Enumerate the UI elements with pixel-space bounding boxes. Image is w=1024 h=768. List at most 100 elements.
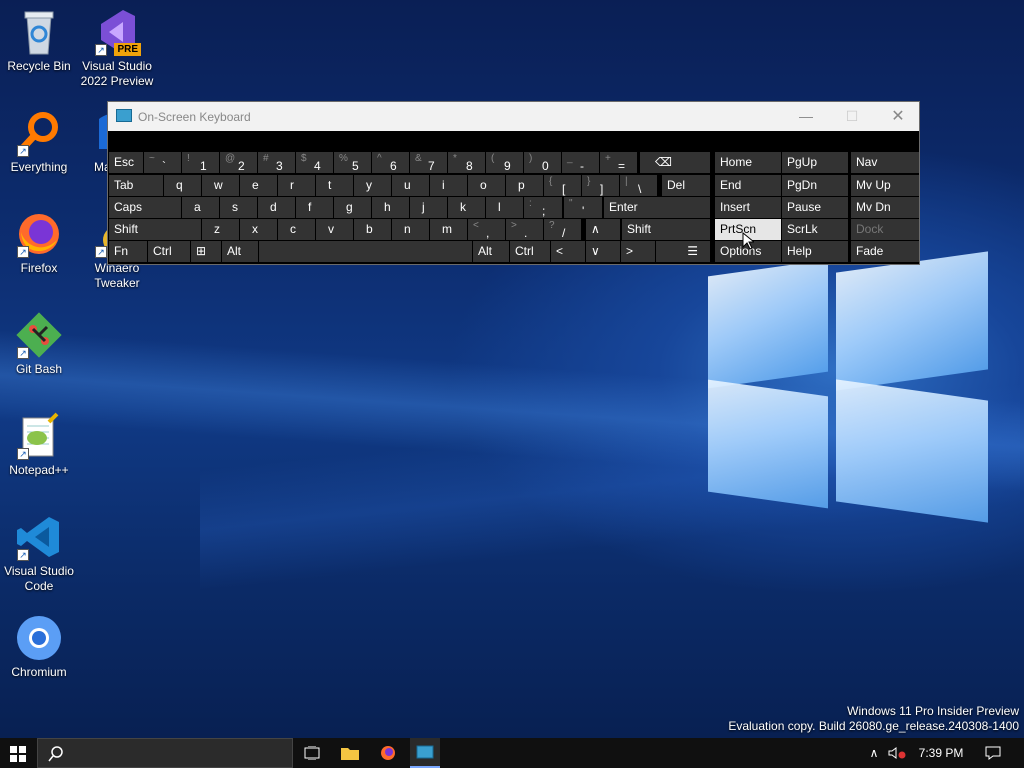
key-sym-0[interactable]: {[ bbox=[544, 175, 581, 196]
key-m[interactable]: m bbox=[430, 219, 467, 240]
key--[interactable]: _ - bbox=[562, 152, 599, 173]
key-p[interactable]: p bbox=[506, 175, 543, 196]
taskbar-file-explorer[interactable] bbox=[336, 738, 364, 768]
key-arrow-left[interactable]: < bbox=[551, 241, 585, 262]
key-x[interactable]: x bbox=[240, 219, 277, 240]
key-del[interactable]: Del bbox=[662, 175, 710, 196]
key-b[interactable]: b bbox=[354, 219, 391, 240]
key-nav[interactable]: Nav bbox=[851, 152, 919, 173]
key-a[interactable]: a bbox=[182, 197, 219, 218]
key-pgdn[interactable]: PgDn bbox=[782, 175, 848, 196]
key-r[interactable]: r bbox=[278, 175, 315, 196]
key-sym-z2[interactable]: ? / bbox=[544, 219, 581, 240]
desktop-icon-chromium[interactable]: Chromium bbox=[1, 614, 77, 680]
on-screen-keyboard-window[interactable]: On-Screen Keyboard — ☐ ✕ Esc ⌫ Tab Del C… bbox=[107, 101, 920, 265]
key-y[interactable]: y bbox=[354, 175, 391, 196]
key-j[interactable]: j bbox=[410, 197, 447, 218]
volume-muted[interactable] bbox=[886, 738, 908, 768]
key-tab[interactable]: Tab bbox=[109, 175, 163, 196]
key-0[interactable]: ) 0 bbox=[524, 152, 561, 173]
key-help[interactable]: Help bbox=[782, 241, 848, 262]
key-z[interactable]: z bbox=[202, 219, 239, 240]
key-menu[interactable]: ☰ bbox=[656, 241, 710, 262]
key-h[interactable]: h bbox=[372, 197, 409, 218]
maximize-button[interactable]: ☐ bbox=[829, 102, 875, 131]
task-view-button[interactable] bbox=[298, 738, 326, 768]
key-sym-z0[interactable]: <, bbox=[468, 219, 505, 240]
osk-title-bar[interactable]: On-Screen Keyboard — ☐ ✕ bbox=[108, 102, 919, 131]
key-backspace[interactable]: ⌫ bbox=[640, 152, 710, 173]
key-ctrl-left[interactable]: Ctrl bbox=[148, 241, 190, 262]
key-t[interactable]: t bbox=[316, 175, 353, 196]
key-mv-dn[interactable]: Mv Dn bbox=[851, 197, 919, 218]
key-l[interactable]: l bbox=[486, 197, 523, 218]
key-ctrl-right[interactable]: Ctrl bbox=[510, 241, 550, 262]
key-insert[interactable]: Insert bbox=[715, 197, 781, 218]
key-5[interactable]: % 5 bbox=[334, 152, 371, 173]
show-hidden-icons[interactable]: ∧ bbox=[864, 738, 884, 768]
key-home[interactable]: Home bbox=[715, 152, 781, 173]
close-button[interactable]: ✕ bbox=[875, 102, 921, 131]
key-k[interactable]: k bbox=[448, 197, 485, 218]
key-dock[interactable]: Dock bbox=[851, 219, 919, 240]
key-c[interactable]: c bbox=[278, 219, 315, 240]
key-=[interactable]: + = bbox=[600, 152, 637, 173]
desktop-icon-firefox[interactable]: ↗ Firefox bbox=[1, 210, 77, 276]
key-d[interactable]: d bbox=[258, 197, 295, 218]
search-box[interactable] bbox=[37, 738, 293, 768]
key-arrow-down[interactable]: ∨ bbox=[586, 241, 620, 262]
key-space[interactable] bbox=[259, 241, 472, 262]
key-g[interactable]: g bbox=[334, 197, 371, 218]
key-3[interactable]: #3 bbox=[258, 152, 295, 173]
key-alt-right[interactable]: Alt bbox=[473, 241, 509, 262]
key-s[interactable]: s bbox=[220, 197, 257, 218]
key-1[interactable]: ! 1 bbox=[182, 152, 219, 173]
action-center[interactable] bbox=[976, 738, 1010, 768]
key-pgup[interactable]: PgUp bbox=[782, 152, 848, 173]
key-caps[interactable]: Caps bbox=[109, 197, 181, 218]
key-windows[interactable]: ⊞ bbox=[191, 241, 221, 262]
clock[interactable]: 7:39 PM bbox=[914, 738, 968, 768]
key-f[interactable]: f bbox=[296, 197, 333, 218]
key-sym-a1[interactable]: " ' bbox=[564, 197, 602, 218]
key-fade[interactable]: Fade bbox=[851, 241, 919, 262]
key-8[interactable]: * 8 bbox=[448, 152, 485, 173]
key-esc[interactable]: Esc bbox=[109, 152, 143, 173]
key-shift-left[interactable]: Shift bbox=[109, 219, 201, 240]
key-v[interactable]: v bbox=[316, 219, 353, 240]
key-enter[interactable]: Enter bbox=[604, 197, 710, 218]
taskbar-on-screen-keyboard[interactable] bbox=[410, 738, 440, 768]
key-sym-a0[interactable]: :; bbox=[524, 197, 562, 218]
minimize-button[interactable]: — bbox=[783, 102, 829, 131]
key-6[interactable]: ^ 6 bbox=[372, 152, 409, 173]
desktop-icon-visual-studio-preview[interactable]: PRE ↗ Visual Studio 2022 Preview bbox=[79, 8, 155, 89]
key-sym-z1[interactable]: >. bbox=[506, 219, 543, 240]
key-sym-2[interactable]: | \ bbox=[620, 175, 657, 196]
key-7[interactable]: & 7 bbox=[410, 152, 447, 173]
taskbar-firefox[interactable] bbox=[374, 738, 402, 768]
desktop-icon-notepadplusplus[interactable]: ↗ Notepad++ bbox=[1, 412, 77, 478]
key-q[interactable]: q bbox=[164, 175, 201, 196]
key-mv-up[interactable]: Mv Up bbox=[851, 175, 919, 196]
desktop-icon-vscode[interactable]: ↗ Visual Studio Code bbox=[1, 513, 77, 594]
start-button[interactable] bbox=[0, 738, 36, 768]
key-4[interactable]: $4 bbox=[296, 152, 333, 173]
key-shift-right[interactable]: Shift bbox=[622, 219, 710, 240]
key-sym-1[interactable]: }] bbox=[582, 175, 619, 196]
key-n[interactable]: n bbox=[392, 219, 429, 240]
key-9[interactable]: (9 bbox=[486, 152, 523, 173]
key-u[interactable]: u bbox=[392, 175, 429, 196]
key-arrow-right[interactable]: > bbox=[621, 241, 655, 262]
key-2[interactable]: @2 bbox=[220, 152, 257, 173]
key-w[interactable]: w bbox=[202, 175, 239, 196]
key-o[interactable]: o bbox=[468, 175, 505, 196]
desktop-icon-recycle-bin[interactable]: Recycle Bin bbox=[1, 8, 77, 74]
key-alt-left[interactable]: Alt bbox=[222, 241, 258, 262]
key-`[interactable]: ~ ` bbox=[144, 152, 181, 173]
desktop-icon-git-bash[interactable]: ↗ Git Bash bbox=[1, 311, 77, 377]
key-e[interactable]: e bbox=[240, 175, 277, 196]
key-end[interactable]: End bbox=[715, 175, 781, 196]
key-arrow-up[interactable]: ∧ bbox=[586, 219, 620, 240]
desktop-icon-malwarebytes[interactable]: Malw bbox=[57, 109, 107, 175]
key-scrlk[interactable]: ScrLk bbox=[782, 219, 848, 240]
